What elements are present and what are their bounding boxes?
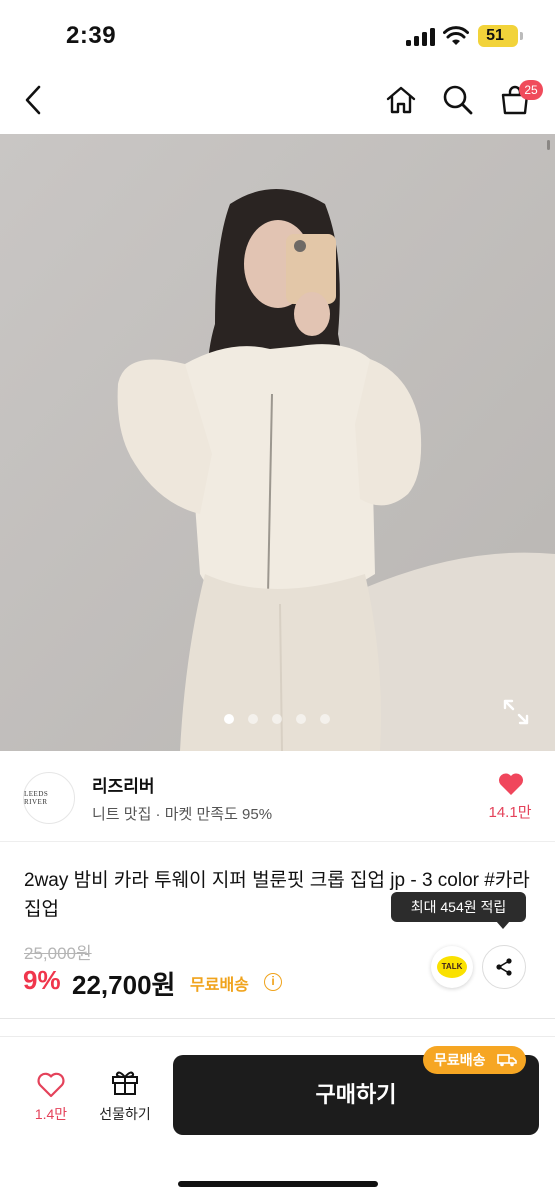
- truck-icon: [497, 1054, 517, 1067]
- status-bar: 2:39 51: [0, 0, 555, 70]
- heart-outline-icon: [37, 1072, 65, 1098]
- points-tooltip: 최대 454원 적립: [391, 892, 526, 922]
- free-shipping-pill: 무료배송: [423, 1046, 526, 1074]
- product-image[interactable]: [0, 134, 555, 751]
- like-count: 1.4만: [34, 1106, 68, 1122]
- pagination-dot[interactable]: [320, 714, 330, 724]
- pagination-dot[interactable]: [248, 714, 258, 724]
- sale-price: 22,700원: [72, 970, 176, 1000]
- section-divider: [0, 1018, 555, 1019]
- home-indicator: [178, 1181, 378, 1187]
- free-shipping-label: 무료배송: [190, 977, 249, 994]
- status-time: 2:39: [66, 22, 117, 49]
- gift-icon: [112, 1071, 138, 1095]
- kakao-talk-button[interactable]: TALK: [431, 946, 473, 988]
- battery-cap: [520, 32, 523, 40]
- cart-count-badge: 25: [519, 80, 543, 100]
- talk-icon: TALK: [437, 956, 467, 978]
- nav-bar: [0, 70, 555, 134]
- pagination-dot[interactable]: [272, 714, 282, 724]
- share-icon: [496, 958, 512, 976]
- pagination-dot[interactable]: [224, 714, 234, 724]
- seller-like-count: 14.1만: [488, 804, 532, 821]
- home-button[interactable]: [381, 80, 421, 120]
- search-button[interactable]: [438, 80, 478, 120]
- back-icon: [25, 85, 41, 115]
- like-button[interactable]: 1.4만: [22, 1070, 80, 1130]
- original-price: 25,000원: [24, 944, 92, 963]
- seller-heart-icon[interactable]: [498, 772, 524, 796]
- search-icon: [443, 85, 473, 115]
- signal-icon: [406, 28, 436, 46]
- free-shipping-pill-label: 무료배송: [434, 1052, 486, 1068]
- gift-button[interactable]: 선물하기: [90, 1068, 160, 1128]
- battery-level: 51: [486, 27, 504, 44]
- seller-logo-text: LEEDS RIVER: [24, 790, 49, 806]
- discount-rate: 9%: [23, 965, 61, 995]
- wifi-icon: [443, 26, 469, 45]
- product-photo: [0, 134, 555, 751]
- seller-row[interactable]: LEEDS RIVER 리즈리버 니트 맛집 · 마켓 만족도 95%: [0, 752, 555, 842]
- tooltip-arrow: [496, 921, 510, 929]
- share-button[interactable]: [482, 945, 526, 989]
- seller-description: 니트 맛집 · 마켓 만족도 95%: [92, 806, 273, 823]
- pagination-dot[interactable]: [296, 714, 306, 724]
- seller-logo[interactable]: LEEDS RIVER: [23, 772, 75, 824]
- battery-icon: 51: [478, 25, 518, 47]
- expand-icon[interactable]: [502, 698, 530, 726]
- info-icon[interactable]: i: [264, 973, 282, 991]
- gallery-pagination: [224, 714, 330, 726]
- scroll-indicator: [547, 140, 550, 150]
- home-icon: [386, 86, 416, 114]
- back-button[interactable]: [14, 80, 54, 120]
- seller-name[interactable]: 리즈리버: [92, 772, 155, 797]
- gift-label: 선물하기: [99, 1106, 151, 1122]
